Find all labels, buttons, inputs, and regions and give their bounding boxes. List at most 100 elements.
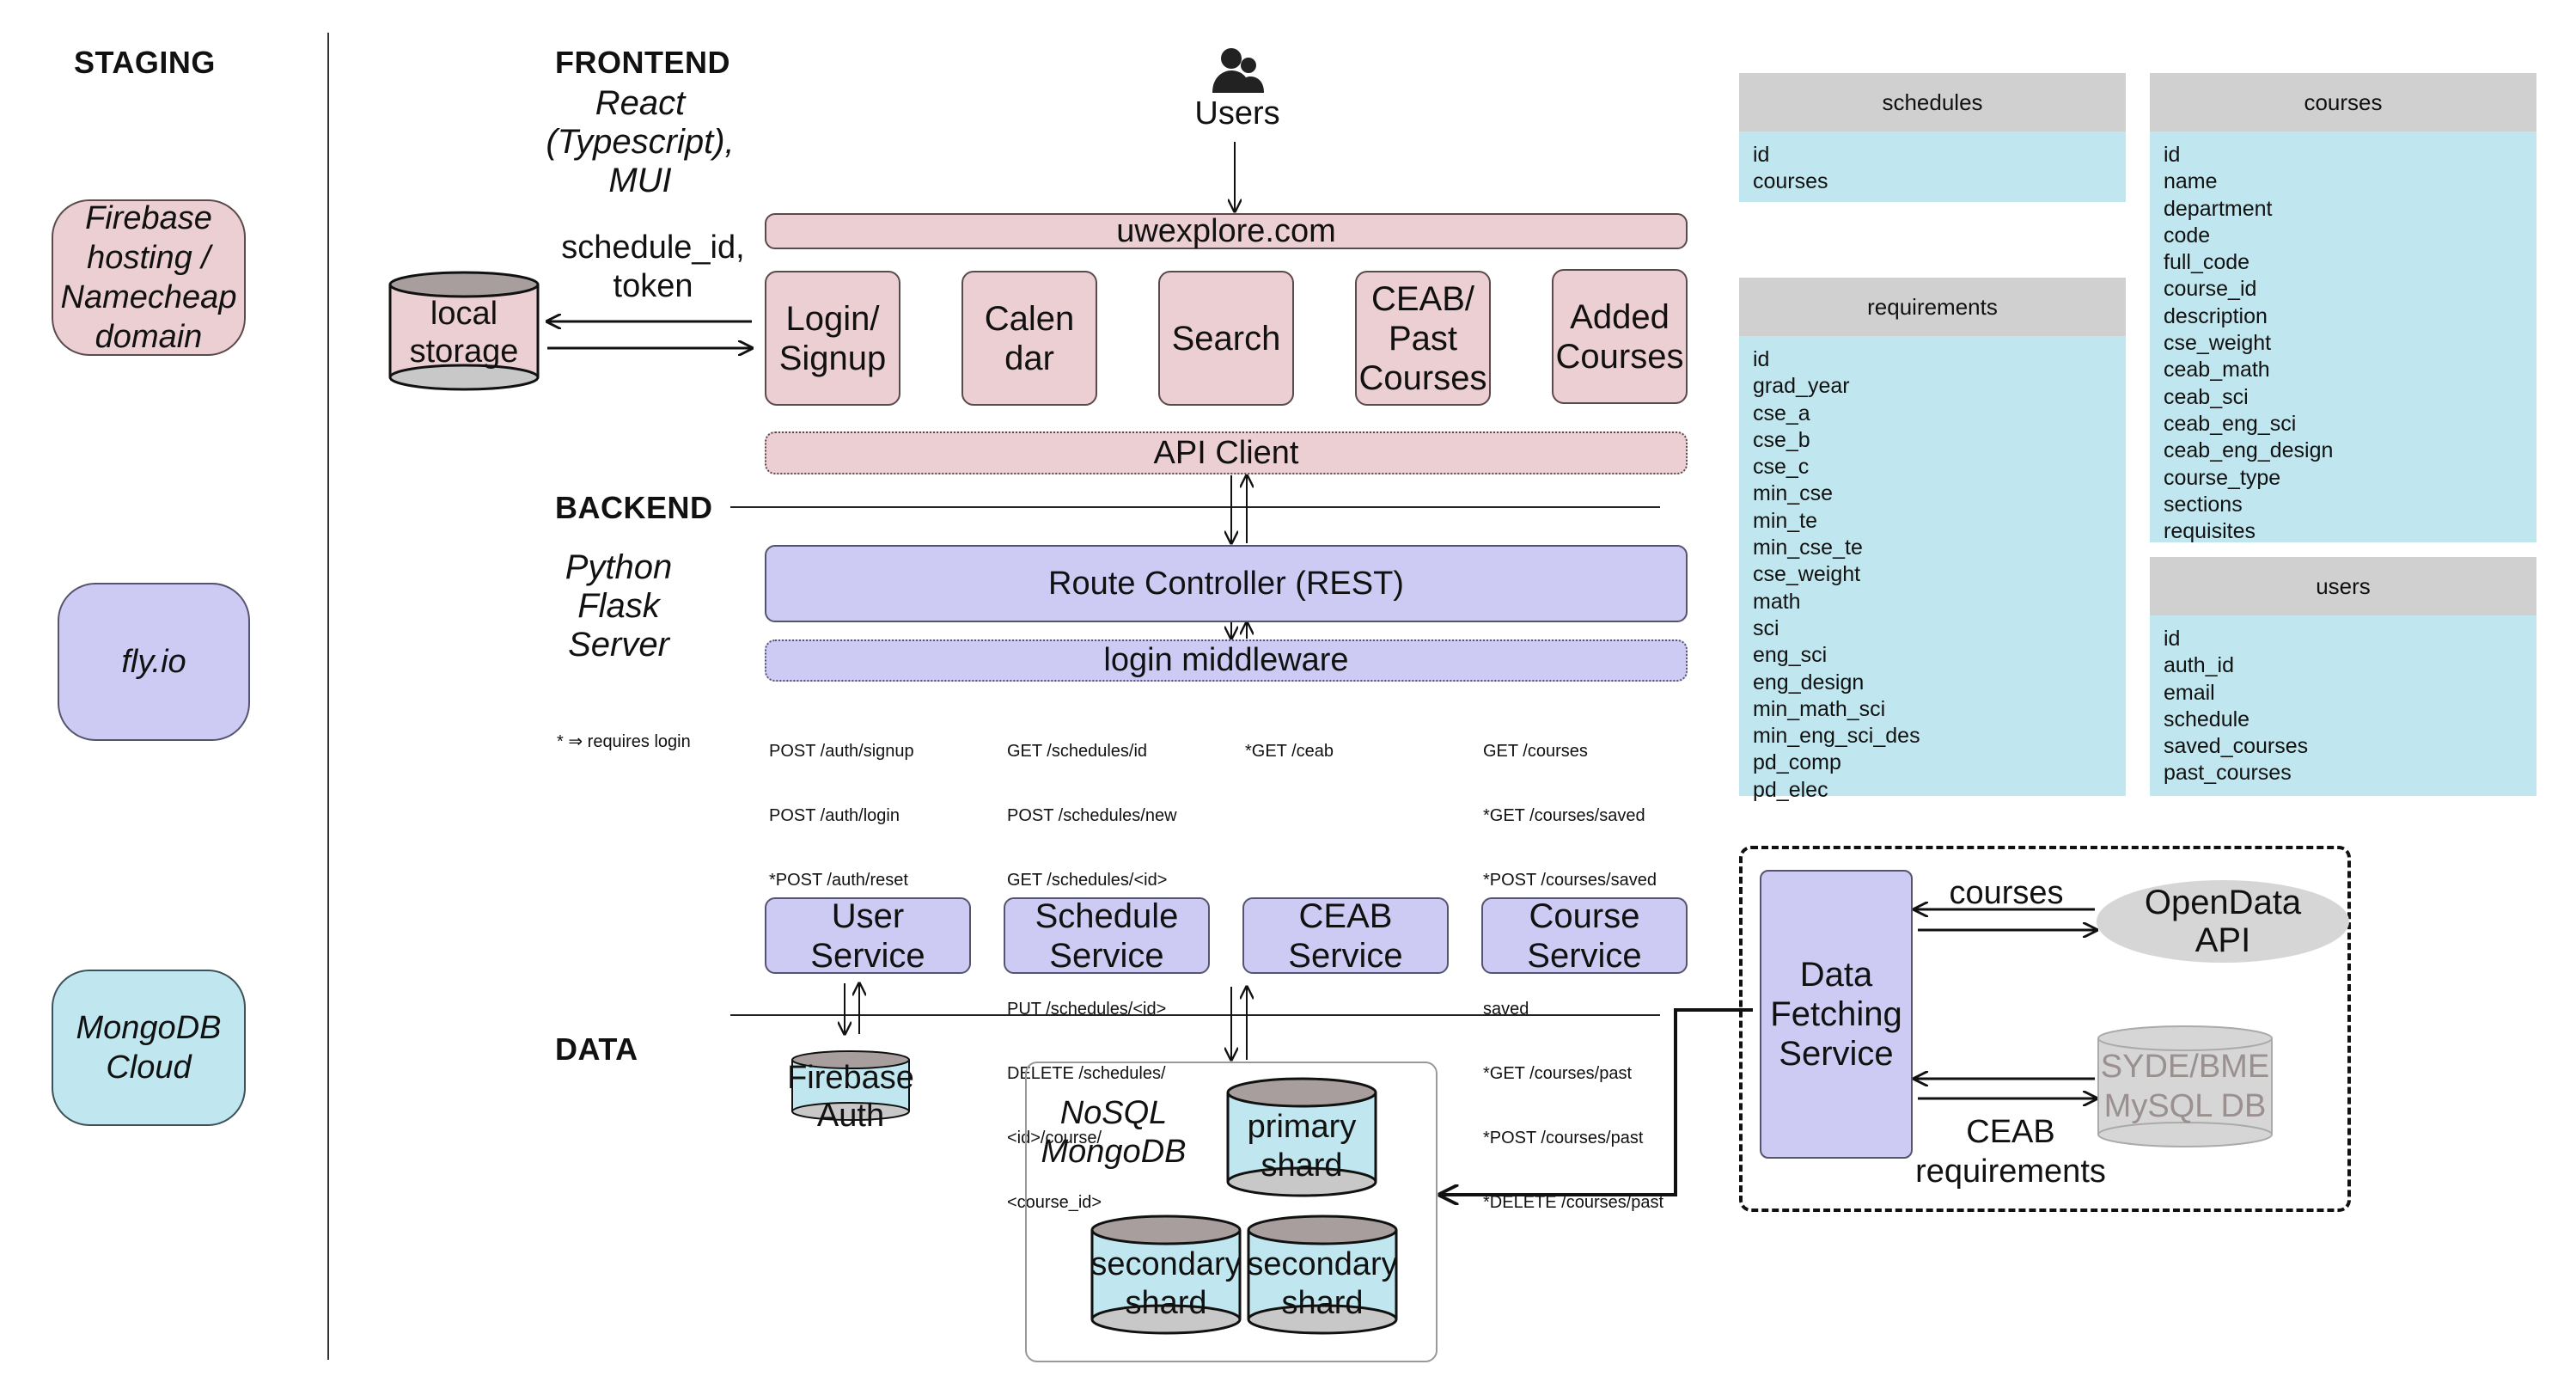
firebase-auth-label-line: Auth xyxy=(816,1098,885,1134)
table-requirements: requirements id grad_year cse_a cse_b cse_c m… xyxy=(1739,278,2126,802)
endpoint: GET /courses xyxy=(1483,742,1588,761)
data-heading: DATA xyxy=(555,1031,638,1067)
opendata-label-line: API xyxy=(2194,921,2251,959)
shard-label-line: shard xyxy=(1281,1285,1364,1321)
table-field: id xyxy=(1753,143,1770,167)
fetching-label-line: Service xyxy=(1779,1035,1894,1073)
table-field: cse_c xyxy=(1753,455,1810,480)
page-label-line: Past xyxy=(1388,319,1458,358)
endpoint: POST /auth/signup xyxy=(769,742,914,761)
table-fields: id courses xyxy=(1739,132,2126,202)
opendata-label-line: OpenData xyxy=(2144,884,2302,921)
endpoint: *DELETE /courses/past xyxy=(1483,1193,1664,1212)
staging-mongodb-cloud: MongoDB Cloud xyxy=(52,970,246,1126)
nosql-label-line: NoSQL xyxy=(1059,1095,1168,1131)
service-label-line: Schedule xyxy=(1035,896,1179,935)
endpoint: POST /auth/login xyxy=(769,806,900,825)
fetching-label-line: Fetching xyxy=(1770,995,1902,1033)
route-controller: Route Controller (REST) xyxy=(765,545,1688,622)
table-field: min_cse xyxy=(1753,481,1834,506)
firebase-auth-db: Firebase Auth xyxy=(787,1050,914,1134)
table-fields: id name department code full_code course_id de… xyxy=(2150,132,2536,544)
table-header: users xyxy=(2150,557,2536,615)
endpoint: PUT /schedules/<id> xyxy=(1007,1000,1167,1019)
table-field: pd_elec xyxy=(1753,777,1828,802)
shard-label-line: shard xyxy=(1125,1285,1207,1321)
table-field: courses xyxy=(1753,169,1828,194)
service-label-line: CEAB xyxy=(1298,896,1393,935)
table-field: auth_id xyxy=(2164,653,2235,678)
schedule-service: Schedule Service xyxy=(1004,896,1210,975)
table-field: saved_courses xyxy=(2164,734,2309,759)
table-field: grad_year xyxy=(1753,374,1850,399)
users-label: Users xyxy=(1194,95,1280,132)
staging-label-line: Firebase xyxy=(85,200,212,236)
table-field: id xyxy=(2164,627,2181,651)
fetching-label-line: Data xyxy=(1799,956,1873,994)
endpoint: POST /schedules/new xyxy=(1007,806,1177,825)
nosql-label-line: MongoDB xyxy=(1041,1134,1187,1170)
table-field: pd_comp xyxy=(1753,750,1841,775)
service-label-line: User xyxy=(831,896,905,935)
table-field: min_math_sci xyxy=(1753,696,1886,721)
table-field: email xyxy=(2164,680,2215,705)
frontend-tech-line: MUI xyxy=(608,162,672,199)
login-middleware: login middleware xyxy=(765,639,1688,682)
table-field: requisites xyxy=(2164,519,2256,544)
table-field: past_courses xyxy=(2164,761,2292,786)
table-field: cse_weight xyxy=(2164,331,2272,356)
endpoint: GET /schedules/<id> xyxy=(1007,871,1168,890)
primary-shard: primary shard xyxy=(1226,1077,1377,1197)
table-field: id xyxy=(1753,347,1770,371)
local-storage-db: local storage xyxy=(388,271,540,391)
staging-label-line: Cloud xyxy=(106,1049,192,1086)
table-field: ceab_sci xyxy=(2164,384,2249,409)
table-field: eng_design xyxy=(1753,670,1865,694)
table-field: course_type xyxy=(2164,465,2281,490)
secondary-shard: secondary shard xyxy=(1247,1215,1398,1335)
storage-flow-label-line: schedule_id, xyxy=(561,229,745,266)
table-header: courses xyxy=(2150,73,2536,132)
table-field: sections xyxy=(2164,492,2243,517)
table-field: min_cse_te xyxy=(1753,535,1863,560)
endpoint: *POST /courses/saved xyxy=(1483,871,1657,890)
table-field: min_te xyxy=(1753,508,1818,533)
endpoint: saved xyxy=(1483,1000,1529,1019)
staging-label-line: domain xyxy=(95,319,203,355)
staging-heading: STAGING xyxy=(74,45,216,80)
site-bar[interactable]: uwexplore.com xyxy=(765,213,1688,249)
staging-divider xyxy=(327,33,329,1360)
endpoint: *GET /ceab xyxy=(1245,742,1334,761)
staging-label-line: MongoDB xyxy=(76,1010,222,1046)
courses-flow-label: courses xyxy=(1949,875,2064,911)
course-service: Course Service xyxy=(1481,897,1688,975)
page-label-line: Calen xyxy=(984,299,1075,338)
shard-label-line: shard xyxy=(1261,1147,1343,1184)
staging-label-line: Namecheap xyxy=(60,279,237,315)
frontend-tech-line: (Typescript), xyxy=(546,123,735,161)
table-field: ceab_math xyxy=(2164,358,2270,382)
data-fetching-service: Data Fetching Service xyxy=(1760,870,1913,1159)
service-label-line: Service xyxy=(810,936,925,975)
api-client: API Client xyxy=(765,431,1688,474)
service-label-line: Service xyxy=(1288,936,1403,975)
shard-label-line: secondary xyxy=(1090,1246,1242,1282)
page-label-line: Added xyxy=(1570,297,1670,336)
legend-note: * ⇒ requires login xyxy=(557,732,691,751)
table-users: users id auth_id email schedule saved_course… xyxy=(2150,557,2536,796)
ceab-flow-label: CEAB requirements xyxy=(1899,1112,2122,1191)
page-label-line: Courses xyxy=(1358,358,1487,397)
page-calendar[interactable]: Calen dar xyxy=(961,271,1097,406)
page-label-line: Courses xyxy=(1555,337,1684,376)
user-service: User Service xyxy=(765,896,971,975)
table-header: schedules xyxy=(1739,73,2126,132)
frontend-heading: FRONTEND xyxy=(555,45,730,80)
page-login-signup[interactable]: Login/Signup xyxy=(765,271,900,406)
page-added-courses[interactable]: Added Courses xyxy=(1552,269,1688,404)
table-field: ceab_eng_sci xyxy=(2164,411,2297,436)
local-storage-label-line: storage xyxy=(409,333,519,370)
local-storage-label-line: local xyxy=(430,296,498,332)
page-search[interactable]: Search xyxy=(1158,271,1294,406)
page-ceab-past-courses[interactable]: CEAB/Past Courses xyxy=(1355,271,1491,406)
endpoints-ceab: *GET /ceab xyxy=(1245,698,1334,784)
